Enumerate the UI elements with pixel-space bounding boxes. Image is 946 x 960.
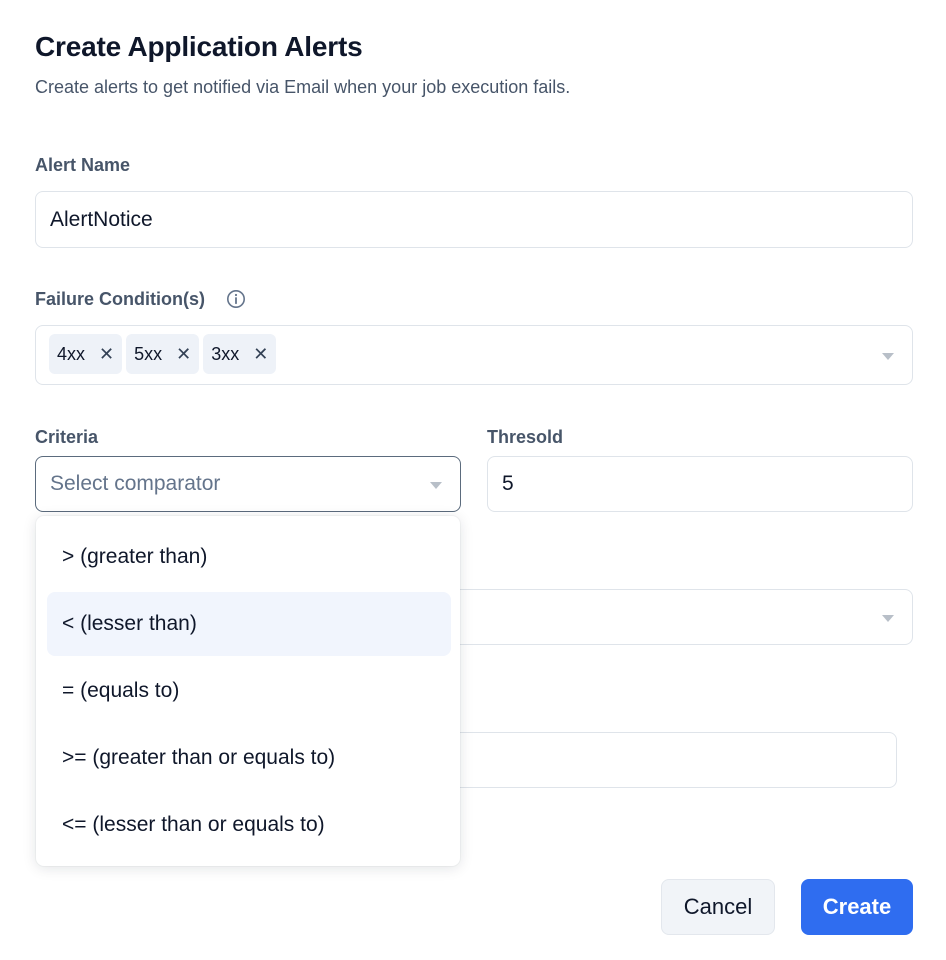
option-label: >= (greater than or equals to) [62,746,336,769]
criteria-placeholder: Select comparator [50,472,221,495]
remove-chip-5xx-icon[interactable]: ✕ [176,345,191,363]
remove-chip-4xx-icon[interactable]: ✕ [99,345,114,363]
threshold-label: Thresold [487,427,564,447]
criteria-dropdown-menu: > (greater than) < (lesser than) = (equa… [36,516,460,866]
chip-5xx: 5xx ✕ [126,334,200,374]
criteria-option-greater-than-or-equals[interactable]: >= (greater than or equals to) [47,726,451,790]
info-icon[interactable] [226,289,246,309]
alert-name-label: Alert Name [35,155,131,175]
option-label: < (lesser than) [62,612,197,635]
chevron-down-icon[interactable] [430,482,442,489]
chip-4xx: 4xx ✕ [49,334,123,374]
failure-conditions-label: Failure Condition(s) [35,289,205,309]
criteria-select[interactable]: Select comparator [35,456,461,512]
hidden-input-field[interactable] [440,732,897,788]
threshold-value: 5 [502,472,514,495]
alert-name-input[interactable]: AlertNotice [35,191,913,248]
page-subtitle: Create alerts to get notified via Email … [35,77,571,97]
chip-3xx: 3xx ✕ [203,334,277,374]
hidden-select-field[interactable] [440,589,913,645]
criteria-option-equals-to[interactable]: = (equals to) [47,659,451,723]
page-title: Create Application Alerts [35,31,363,62]
criteria-option-lesser-than[interactable]: < (lesser than) [47,592,451,656]
chevron-down-icon[interactable] [882,353,894,360]
chip-label: 4xx [57,343,86,364]
criteria-option-lesser-than-or-equals[interactable]: <= (lesser than or equals to) [47,793,451,857]
alert-name-value: AlertNotice [50,207,153,231]
chevron-down-icon[interactable] [882,615,894,622]
remove-chip-3xx-icon[interactable]: ✕ [253,345,268,363]
chip-label: 3xx [211,343,240,364]
criteria-label: Criteria [35,427,99,447]
failure-conditions-multiselect[interactable]: 4xx ✕ 5xx ✕ 3xx ✕ [35,325,913,385]
create-button[interactable]: Create [801,879,913,935]
option-label: = (equals to) [62,679,180,702]
threshold-input[interactable]: 5 [487,456,913,512]
failure-condition-chips: 4xx ✕ 5xx ✕ 3xx ✕ [49,334,277,374]
option-label: > (greater than) [62,545,208,568]
option-label: <= (lesser than or equals to) [62,813,325,836]
criteria-option-greater-than[interactable]: > (greater than) [47,525,451,589]
chip-label: 5xx [134,343,163,364]
cancel-button[interactable]: Cancel [661,879,775,935]
